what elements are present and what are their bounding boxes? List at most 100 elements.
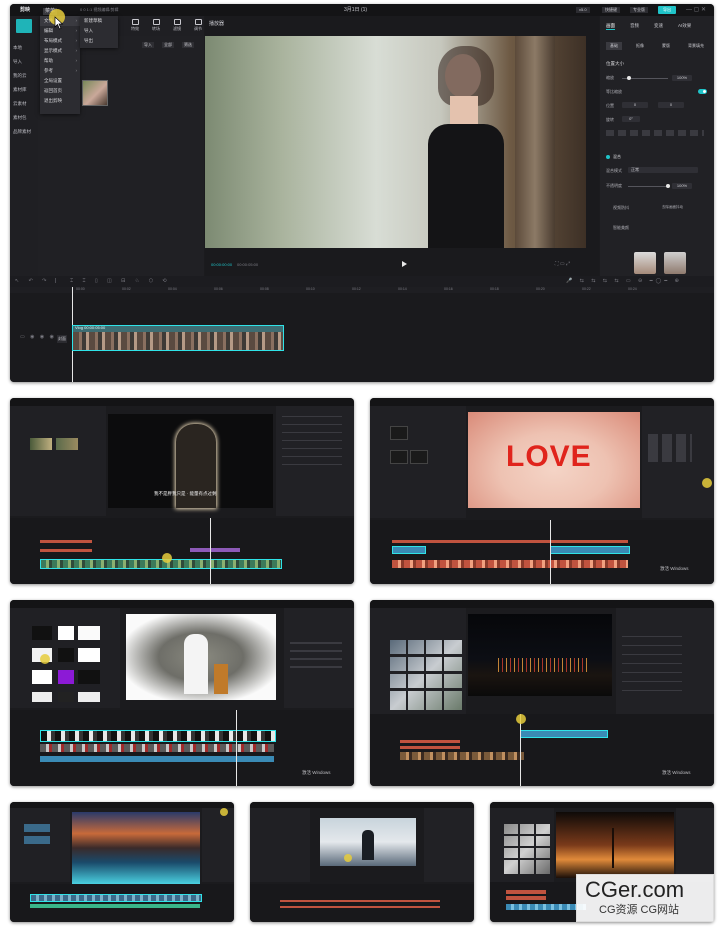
menu-item-label: 参考 (44, 68, 53, 73)
main-video-clip[interactable]: Vlog 00:00:05:00 (72, 325, 284, 351)
smart-beauty-label: 智能美颜 (613, 225, 629, 230)
opacity-slider[interactable] (628, 184, 670, 188)
position-x-field[interactable]: 0 (622, 102, 648, 108)
uniform-scale-toggle[interactable] (698, 89, 707, 94)
toolbar-tab-icon (173, 19, 181, 25)
player-panel: 播放器 00:00:00:00 00:00:05:00 ⛶ ▭ ⤢ (205, 16, 599, 276)
menu-item-label: 全局设置 (44, 78, 62, 83)
timeline: 00:00 00:02 00:04 00:06 00:08 00:10 00:12 00:14… (10, 287, 714, 382)
sidebar-item-0[interactable]: 本地 (13, 45, 22, 51)
menu-item-label: 编辑 (44, 28, 53, 33)
media-tab-active[interactable] (16, 19, 32, 33)
player-video (205, 36, 586, 248)
project-title: 3月1日 (1) (344, 7, 368, 13)
player-controls-icons[interactable]: ⛶ ▭ ⤢ (555, 262, 570, 267)
ruler-tick-label: 00:20 (536, 287, 545, 291)
right-tool-icons[interactable]: 🎤 ⇆ ⇆ ⇆ ⇆ ▭ ⊖ ━◯━ ⊕ (566, 279, 682, 284)
blend-checkbox[interactable] (606, 155, 610, 159)
thumb4-video (468, 614, 612, 696)
rotate-label: 旋转 (606, 117, 614, 122)
stabilize-label: 视频防抖 (613, 205, 629, 210)
window-controls[interactable]: — ▢ ✕ (686, 7, 706, 13)
shortcut-button[interactable]: 快捷键 (602, 7, 620, 13)
props-subtab-3[interactable]: 背景填充 (684, 42, 708, 50)
media-thumbnail[interactable] (82, 80, 108, 106)
menu-item-label: 显示模式 (44, 48, 62, 53)
toolbar-tab-label: 转场 (152, 26, 160, 31)
file-submenu: 新建草稿 导入 导出 (80, 16, 118, 48)
chevron-right-icon: › (75, 68, 78, 73)
props-tab-1[interactable]: 音频 (630, 23, 639, 29)
chevron-right-icon: › (75, 48, 78, 53)
toolbar-tab-4[interactable]: 特效 (126, 19, 144, 31)
ruler-tick-label: 00:00 (76, 287, 85, 291)
submenu-item-2[interactable]: 导出 (80, 36, 118, 46)
align-buttons-row[interactable] (606, 130, 704, 136)
media-toolbar-btn-2[interactable]: 筛选 (182, 42, 194, 48)
props-subtab-2[interactable]: 蒙版 (658, 42, 674, 50)
beauty-thumb-1[interactable] (634, 252, 656, 274)
props-subtab-1[interactable]: 抠像 (632, 42, 648, 50)
menu-item-6[interactable]: 全局设置 (40, 76, 80, 86)
thumb7-video (556, 812, 674, 878)
timecode-total: 00:00:05:00 (237, 262, 259, 267)
sidebar-item-2[interactable]: 我的云 (13, 73, 27, 79)
player-title: 播放器 (209, 21, 225, 27)
toolbar-tab-6[interactable]: 滤镜 (168, 19, 186, 31)
beauty-thumb-2[interactable] (664, 252, 686, 274)
thumb1-caption: 我不是胖我只是 · 能量有点过剩 (154, 491, 217, 496)
timeline-toolbar: ↖ ↶ ↷ ⎸ ⌶ ⌶ ▯ ◫ ⊟ ♘ ⬡ ⟲ 🎤 ⇆ ⇆ ⇆ ⇆ ▭ ⊖ ━◯… (10, 276, 714, 287)
toolbar-tab-label: 调节 (194, 26, 202, 31)
sidebar-item-3[interactable]: 素材库 (13, 87, 27, 93)
upgrade-button[interactable]: 专业版 (630, 7, 648, 13)
props-tab-0[interactable]: 画面 (606, 23, 615, 30)
sidebar-item-6[interactable]: 品牌素材 (13, 129, 31, 135)
scale-value[interactable]: 100% (672, 75, 692, 81)
opacity-value[interactable]: 100% (672, 183, 692, 189)
mouse-cursor-icon (54, 16, 64, 30)
props-subtab-0[interactable]: 基础 (606, 42, 622, 50)
props-tab-3[interactable]: AI效果 (678, 23, 691, 29)
scale-slider[interactable] (622, 76, 668, 80)
export-button[interactable]: 导出 (658, 6, 676, 14)
chevron-right-icon: › (75, 58, 78, 63)
clip-label: Vlog 00:00:05:00 (75, 325, 106, 330)
track-controls[interactable]: ▭ ◉ ◉ ◉ (20, 335, 56, 340)
position-y-field[interactable]: 0 (658, 102, 684, 108)
submenu-item-1[interactable]: 导入 (80, 26, 118, 36)
position-size-heading: 位置大小 (606, 61, 624, 66)
blend-mode-select[interactable]: 正常 (628, 167, 698, 173)
media-toolbar-btn-0[interactable]: 导入 (142, 42, 154, 48)
menu-item-7[interactable]: 返回首页 (40, 86, 80, 96)
blend-mode-label: 混合模式 (606, 168, 622, 173)
ruler-tick-label: 00:24 (628, 287, 637, 291)
thumb3-video (126, 614, 276, 700)
rotate-field[interactable]: 0° (622, 116, 640, 122)
edit-tool-icons[interactable]: ↖ ↶ ↷ ⎸ ⌶ ⌶ ▯ ◫ ⊟ ♘ ⬡ ⟲ (15, 279, 171, 284)
chevron-right-icon: › (75, 28, 78, 33)
media-toolbar-btn-1[interactable]: 全部 (162, 42, 174, 48)
ruler-tick-label: 00:14 (398, 287, 407, 291)
sidebar-item-5[interactable]: 素材包 (13, 115, 27, 121)
thumb3-windows-watermark: 激活 Windows (302, 770, 331, 775)
play-icon[interactable] (401, 261, 407, 267)
tree-trunk (515, 36, 555, 248)
thumb7-media-grid (504, 824, 550, 874)
sidebar-item-1[interactable]: 导入 (13, 59, 22, 65)
thumb1-video: 我不是胖我只是 · 能量有点过剩 (108, 414, 273, 508)
sidebar-item-4[interactable]: 云素材 (13, 101, 27, 107)
menu-item-8[interactable]: 退出剪映 (40, 96, 80, 106)
menu-item-2[interactable]: 布局模式 › (40, 36, 80, 46)
thumb4-windows-watermark: 激活 Windows (662, 770, 691, 775)
toolbar-tab-icon (152, 19, 160, 25)
version-badge: v5.0 (576, 7, 590, 13)
cover-label[interactable]: 封面 (57, 335, 67, 343)
menu-item-5[interactable]: 参考 › (40, 66, 80, 76)
submenu-item-0[interactable]: 新建草稿 (80, 16, 118, 26)
thumb-window-2: LOVE 激活 Windows (370, 398, 714, 584)
menu-item-4[interactable]: 帮助 › (40, 56, 80, 66)
menu-item-label: 布局模式 (44, 38, 62, 43)
props-tab-2[interactable]: 变速 (654, 23, 663, 29)
toolbar-tab-5[interactable]: 转场 (147, 19, 165, 31)
menu-item-3[interactable]: 显示模式 › (40, 46, 80, 56)
